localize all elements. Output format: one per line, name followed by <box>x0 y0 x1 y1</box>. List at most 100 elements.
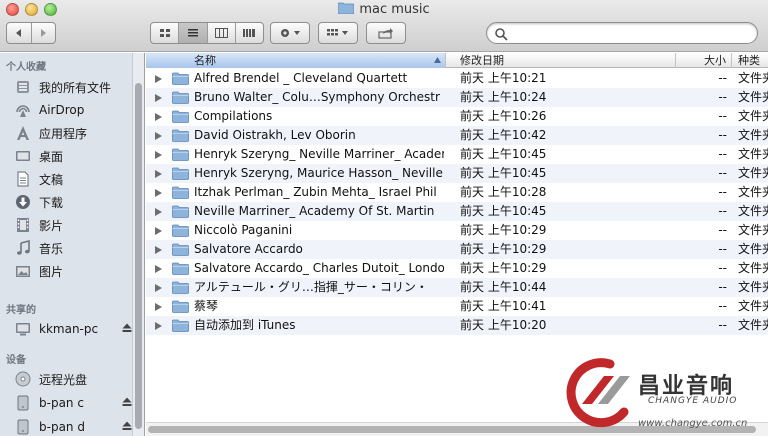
file-row[interactable]: 自动添加到 iTunes 前天 上午10:20 -- 文件夹 <box>146 316 768 335</box>
remote-disc-icon <box>15 371 31 387</box>
search-icon <box>495 28 508 41</box>
file-row[interactable]: Niccolò Paganini 前天 上午10:29 -- 文件夹 <box>146 221 768 240</box>
file-row[interactable]: Neville Marriner_ Academy Of St. Martin 前… <box>146 202 768 221</box>
folder-icon <box>172 72 189 85</box>
column-header-name[interactable]: 名称 <box>146 53 446 68</box>
file-row[interactable]: Bruno Walter_ Colu…Symphony Orchestr 前天 上… <box>146 88 768 107</box>
file-date: 前天 上午10:45 <box>460 204 547 218</box>
file-size: -- <box>718 204 727 218</box>
sidebar-item-downloads[interactable]: 下载 <box>14 191 132 213</box>
file-kind: 文件夹 <box>738 318 768 332</box>
file-name: 自动添加到 iTunes <box>194 318 296 332</box>
sidebar-item-label: 影片 <box>39 218 64 233</box>
grid-view-icon <box>159 29 170 37</box>
file-row[interactable]: Alfred Brendel _ Cleveland Quartett 前天 上午… <box>146 69 768 88</box>
downloads-icon <box>16 195 30 209</box>
column-view-button[interactable] <box>208 23 236 43</box>
file-row[interactable]: Henryk Szeryng_ Neville Marriner_ Academ… <box>146 145 768 164</box>
sidebar-scrollbar[interactable] <box>132 53 144 436</box>
column-header-kind[interactable]: 种类 <box>732 53 768 68</box>
share-icon <box>378 28 393 39</box>
file-size: -- <box>718 242 727 256</box>
sidebar-section-shared: 共享的 <box>6 305 36 316</box>
disclosure-triangle-icon[interactable] <box>155 265 162 273</box>
file-row[interactable]: アルテュール・グリ…指揮_サー・コリン・ 前天 上午10:44 -- 文件夹 <box>146 278 768 297</box>
sidebar-item-label: 应用程序 <box>39 126 88 141</box>
disclosure-triangle-icon[interactable] <box>155 132 162 140</box>
sort-ascending-icon <box>434 57 441 63</box>
back-forward-control <box>6 22 56 44</box>
disclosure-triangle-icon[interactable] <box>155 170 162 178</box>
sidebar-item-pictures[interactable]: 图片 <box>14 260 132 282</box>
disclosure-triangle-icon[interactable] <box>155 113 162 121</box>
search-field[interactable] <box>486 22 758 44</box>
search-input[interactable] <box>511 25 751 41</box>
file-name: 蔡琴 <box>194 299 219 313</box>
share-button[interactable] <box>366 22 406 44</box>
sidebar-item-documents[interactable]: 文稿 <box>14 168 132 190</box>
file-kind: 文件夹 <box>738 166 768 180</box>
eject-icon[interactable] <box>122 421 132 431</box>
eject-icon[interactable] <box>122 397 132 407</box>
sidebar-item-kkman-pc[interactable]: kkman-pc <box>14 318 132 340</box>
file-kind: 文件夹 <box>738 223 768 237</box>
sidebar-item-remote-disc[interactable]: 远程光盘 <box>14 368 132 390</box>
disclosure-triangle-icon[interactable] <box>155 322 162 330</box>
file-kind: 文件夹 <box>738 299 768 313</box>
file-kind: 文件夹 <box>738 147 768 161</box>
arrange-menu-button[interactable] <box>318 22 358 44</box>
sidebar-item-airdrop[interactable]: AirDrop <box>14 99 132 121</box>
file-kind: 文件夹 <box>738 261 768 275</box>
chevron-right-icon <box>41 29 47 37</box>
disclosure-triangle-icon[interactable] <box>155 303 162 311</box>
disclosure-triangle-icon[interactable] <box>155 94 162 102</box>
disclosure-triangle-icon[interactable] <box>155 284 162 292</box>
folder-icon <box>172 224 189 237</box>
disclosure-triangle-icon[interactable] <box>155 75 162 83</box>
sidebar-item-all-files[interactable]: 我的所有文件 <box>14 76 132 98</box>
sidebar-item-label: b-pan d <box>39 420 85 434</box>
drive-icon <box>17 395 29 411</box>
gear-icon <box>281 29 300 37</box>
file-date: 前天 上午10:45 <box>460 147 547 161</box>
column-header-size[interactable]: 大小 <box>676 53 732 68</box>
file-row[interactable]: Salvatore Accardo 前天 上午10:29 -- 文件夹 <box>146 240 768 259</box>
music-icon <box>17 240 30 255</box>
file-row[interactable]: David Oistrakh, Lev Oborin 前天 上午10:42 -- 文件… <box>146 126 768 145</box>
file-kind: 文件夹 <box>738 204 768 218</box>
file-size: -- <box>718 299 727 313</box>
desktop-icon <box>16 151 30 161</box>
file-row[interactable]: 蔡琴 前天 上午10:41 -- 文件夹 <box>146 297 768 316</box>
window-toolbar: mac music <box>0 0 768 52</box>
file-row[interactable]: Salvatore Accardo_ Charles Dutoit_ Londo… <box>146 259 768 278</box>
file-row[interactable]: Compilations 前天 上午10:26 -- 文件夹 <box>146 107 768 126</box>
action-menu-button[interactable] <box>270 22 310 44</box>
sidebar-item-movies[interactable]: 影片 <box>14 214 132 236</box>
disclosure-triangle-icon[interactable] <box>155 246 162 254</box>
file-date: 前天 上午10:45 <box>460 166 547 180</box>
disclosure-triangle-icon[interactable] <box>155 151 162 159</box>
cover-flow-button[interactable] <box>236 23 263 43</box>
file-row[interactable]: Itzhak Perlman_ Zubin Mehta_ Israel Phil… <box>146 183 768 202</box>
file-size: -- <box>718 261 727 275</box>
file-size: -- <box>718 128 727 142</box>
list-view-button[interactable] <box>179 23 208 43</box>
sidebar-item-b-pan-d[interactable]: b-pan d <box>14 416 132 436</box>
file-rows: Alfred Brendel _ Cleveland Quartett 前天 上午… <box>146 69 768 335</box>
sidebar-item-applications[interactable]: 应用程序 <box>14 122 132 144</box>
sidebar-item-b-pan-c[interactable]: b-pan c <box>14 392 132 414</box>
eject-icon[interactable] <box>122 323 132 333</box>
disclosure-triangle-icon[interactable] <box>155 227 162 235</box>
column-header-date[interactable]: 修改日期 <box>446 53 676 68</box>
sidebar-item-music[interactable]: 音乐 <box>14 237 132 259</box>
back-button[interactable] <box>7 23 32 43</box>
file-row[interactable]: Henryk Szeryng, Maurice Hasson_ Neville 前… <box>146 164 768 183</box>
icon-view-button[interactable] <box>151 23 180 43</box>
disclosure-triangle-icon[interactable] <box>155 189 162 197</box>
watermark-brand-en: CHANGYE AUDIO <box>648 396 738 406</box>
forward-button[interactable] <box>32 23 56 43</box>
sidebar-scroll-thumb[interactable] <box>135 83 142 429</box>
file-date: 前天 上午10:29 <box>460 261 547 275</box>
sidebar-item-desktop[interactable]: 桌面 <box>14 145 132 167</box>
disclosure-triangle-icon[interactable] <box>155 208 162 216</box>
